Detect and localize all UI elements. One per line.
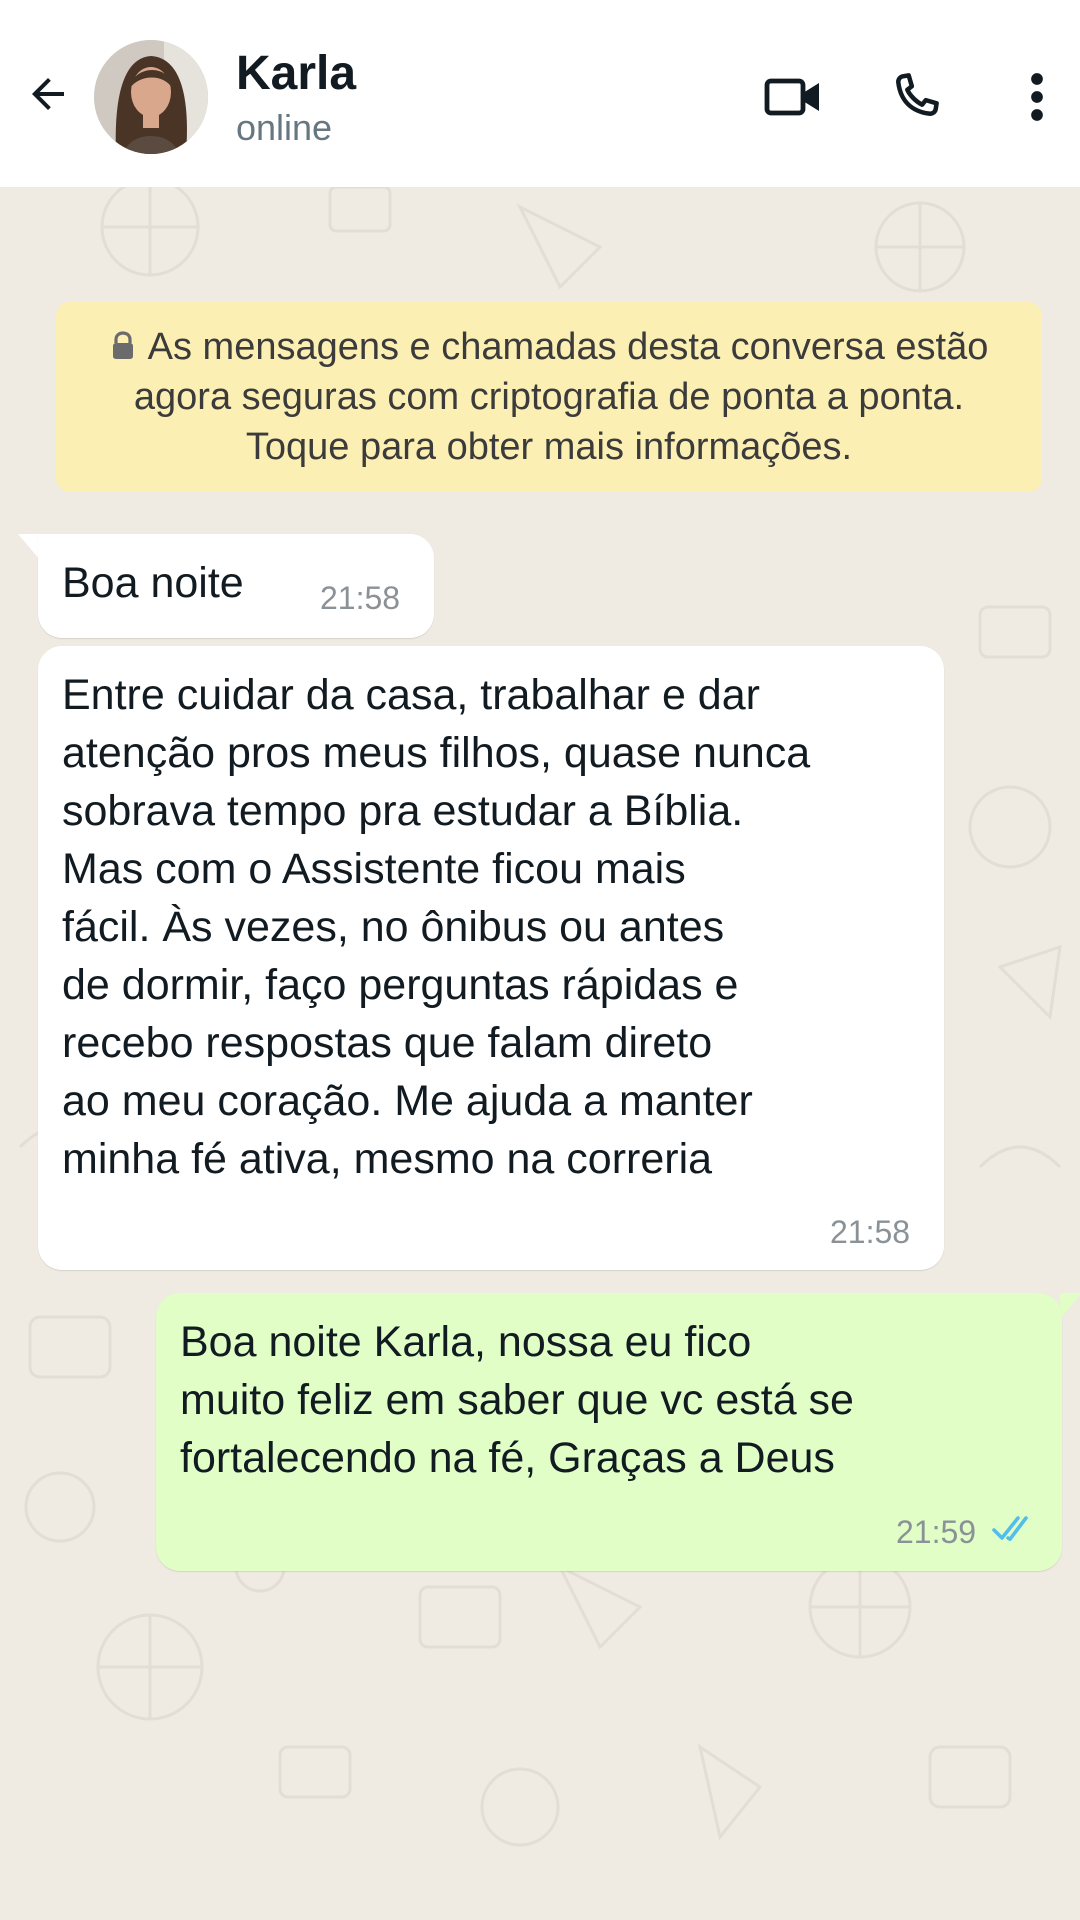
message-bubble-incoming[interactable]: Entre cuidar da casa, trabalhar e dar at… <box>38 646 944 1270</box>
back-button[interactable] <box>18 64 78 124</box>
bubble-tail <box>1060 1293 1080 1319</box>
message-time: 21:58 <box>320 580 401 616</box>
read-receipt <box>992 1514 1038 1549</box>
voice-call-button[interactable] <box>880 62 950 132</box>
message-time: 21:59 <box>896 1514 977 1550</box>
back-arrow-icon <box>32 78 64 110</box>
message-time: 21:58 <box>830 1214 911 1250</box>
phone-call-icon <box>896 73 939 116</box>
avatar[interactable] <box>94 40 208 154</box>
more-options-icon <box>1031 73 1043 121</box>
bubble-tail <box>18 534 40 560</box>
contact-photo <box>94 40 208 154</box>
contact-status: online <box>236 107 333 148</box>
encryption-notice[interactable]: As mensagens e chamadas desta conversa e… <box>56 302 1042 492</box>
message-text: Boa noite Karla, nossa eu fico muito fel… <box>180 1318 854 1482</box>
encryption-notice-text: As mensagens e chamadas desta conversa e… <box>133 326 989 468</box>
video-call-icon <box>764 78 819 116</box>
contact-name[interactable]: Karla <box>236 46 356 102</box>
video-call-button[interactable] <box>758 62 828 132</box>
lock-icon <box>112 331 133 359</box>
message-text: Entre cuidar da casa, trabalhar e dar at… <box>62 671 811 1183</box>
message-text: Boa noite <box>62 559 244 607</box>
chat-header: Karla online <box>0 0 1080 187</box>
more-options-button[interactable] <box>1002 62 1072 132</box>
read-double-check-icon <box>992 1516 1028 1541</box>
